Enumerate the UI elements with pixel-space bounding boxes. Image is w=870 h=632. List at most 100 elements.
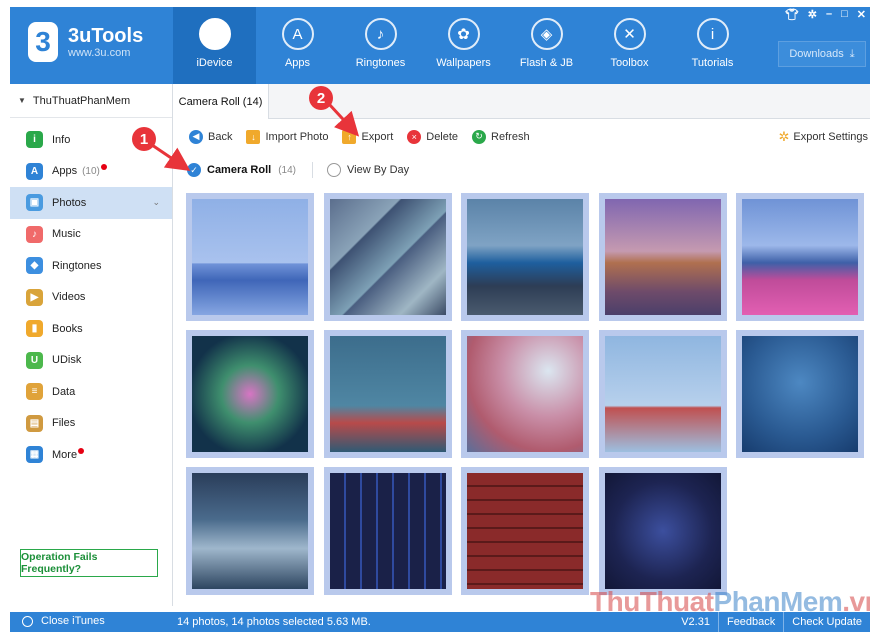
toolbar-label: Export — [361, 130, 394, 143]
photo-thumbnail-desert-rock[interactable] — [598, 193, 727, 321]
photo-image — [467, 336, 583, 452]
shirt-icon[interactable]: 👕︎ — [785, 8, 799, 21]
download-arrow-icon: ⤓ — [849, 47, 855, 60]
camera-roll-label: Camera Roll — [207, 164, 272, 176]
music-icon: ♪ — [26, 225, 43, 243]
apps-icon: A — [26, 162, 43, 180]
chevron-down-icon: ⌄ — [152, 197, 160, 208]
sidebar-item-music[interactable]: ♪ Music — [10, 219, 172, 251]
settings-gear-icon: ✲ — [778, 129, 790, 144]
nav-tutorials[interactable]: i Tutorials — [671, 7, 754, 84]
app-url: www.3u.com — [68, 47, 131, 59]
gear-icon[interactable]: ✲ — [808, 8, 817, 21]
sidebar-item-ringtones[interactable]: ◆ Ringtones — [10, 250, 172, 282]
sidebar-item-label: Music — [52, 228, 81, 241]
photo-thumbnail-mountain-lake[interactable] — [186, 193, 314, 321]
app-header: 3 3uTools www.3u.com iDevice A Apps ♪ Ringto… — [10, 7, 870, 84]
flower-icon: ✿ — [447, 18, 480, 50]
delete-icon: × — [407, 129, 422, 144]
check-update-button[interactable]: Check Update — [783, 612, 870, 632]
photo-image — [192, 473, 308, 589]
photo-thumbnail-brick-wall[interactable] — [461, 467, 589, 595]
photo-thumbnail-pacman-game[interactable] — [323, 467, 452, 595]
nav-apps[interactable]: A Apps — [256, 7, 339, 84]
version-label: V2.31 — [681, 616, 710, 628]
camera-roll-radio[interactable]: ✓ Camera Roll (14) — [187, 163, 296, 177]
sidebar-item-udisk[interactable]: U UDisk — [10, 345, 172, 377]
maximize-icon[interactable]: □ — [841, 8, 848, 21]
toolbar-label: Import Photo — [265, 130, 329, 143]
photo-thumbnail-pink-tree[interactable] — [461, 330, 589, 458]
export-settings-button[interactable]: ✲ Export Settings — [779, 129, 869, 145]
toolbar: ◀ Back ↓ Import Photo ↑ Export × Delete ↻ Refresh… — [173, 119, 870, 154]
sidebar-item-apps[interactable]: A Apps (10) — [10, 156, 172, 188]
sidebar-item-photos[interactable]: ▣ Photos ⌄ — [10, 187, 172, 219]
appstore-icon: A — [281, 18, 314, 50]
delete-button[interactable]: × Delete — [407, 129, 458, 144]
sidebar: ▼ ThuThuatPhanMem i Info A Apps (10) ▣ Photos ⌄… — [10, 84, 173, 606]
data-icon: ≡ — [26, 383, 43, 401]
feedback-button[interactable]: Feedback — [717, 612, 783, 632]
nav-toolbox[interactable]: ✕ Toolbox — [588, 7, 671, 84]
notification-dot — [78, 447, 85, 454]
nav-label: Flash & JB — [519, 57, 574, 69]
photo-image — [742, 199, 858, 315]
nav-flash-jb[interactable]: ◈ Flash & JB — [505, 7, 588, 84]
toolbar-label: Back — [208, 130, 233, 143]
tab-camera-roll[interactable]: Camera Roll (14) — [173, 84, 269, 119]
books-icon: ▮ — [26, 320, 43, 338]
view-by-day-radio[interactable]: View By Day — [327, 163, 409, 177]
info-icon: i — [26, 131, 43, 149]
photo-thumbnail-apps-circle[interactable] — [598, 467, 727, 595]
sidebar-item-books[interactable]: ▮ Books — [10, 313, 172, 345]
photo-thumbnail-mountain-flowers[interactable] — [736, 193, 864, 321]
toolbar-label: Refresh — [491, 130, 530, 143]
box-icon: ◈ — [530, 18, 563, 50]
photo-image — [604, 473, 721, 589]
downloads-button[interactable]: Downloads ⤓ — [778, 41, 866, 67]
photo-thumbnail-flowers-dark[interactable] — [186, 330, 314, 458]
device-selector[interactable]: ▼ ThuThuatPhanMem — [10, 84, 172, 118]
photo-thumbnail-red-house[interactable] — [323, 330, 452, 458]
back-button[interactable]: ◀ Back — [189, 129, 233, 144]
photo-thumbnail-blue-ocean[interactable] — [736, 330, 864, 458]
photo-thumbnail-golden-gate[interactable] — [598, 330, 727, 458]
sidebar-item-label: Data — [52, 385, 76, 398]
refresh-icon: ↻ — [472, 129, 487, 144]
more-icon: ▦ — [26, 446, 43, 464]
tab-bar: Camera Roll (14) — [173, 84, 870, 119]
sidebar-item-videos[interactable]: ▶ Videos — [10, 282, 172, 314]
photo-thumbnail-abstract-stripes[interactable] — [323, 193, 452, 321]
minimize-icon[interactable]: – — [826, 8, 832, 21]
nav-label: Tutorials — [691, 57, 734, 69]
nav-label: Wallpapers — [436, 57, 491, 69]
sidebar-item-files[interactable]: ▤ Files — [10, 408, 172, 440]
radio-empty-icon — [327, 163, 341, 177]
sidebar-item-label: Files — [52, 417, 76, 430]
sidebar-item-data[interactable]: ≡ Data — [10, 376, 172, 408]
nav-idevice[interactable]: iDevice — [173, 7, 256, 84]
photo-thumbnail-blue-car[interactable] — [461, 193, 589, 321]
photo-image — [604, 199, 721, 315]
import-photo-button[interactable]: ↓ Import Photo — [246, 129, 329, 144]
sidebar-item-label: Books — [52, 322, 83, 335]
operation-fails-button[interactable]: Operation Fails Frequently? — [20, 549, 158, 577]
photos-icon: ▣ — [26, 194, 43, 212]
photo-thumbnail-city-wave[interactable] — [186, 467, 314, 595]
bell-icon: ♪ — [364, 18, 397, 50]
photo-image — [192, 199, 308, 315]
downloads-label: Downloads — [789, 48, 844, 60]
photo-image — [604, 336, 721, 452]
nav-wallpapers[interactable]: ✿ Wallpapers — [422, 7, 505, 84]
back-icon: ◀ — [189, 129, 203, 144]
export-button[interactable]: ↑ Export — [342, 129, 394, 144]
close-itunes-button[interactable]: Close iTunes — [22, 615, 105, 627]
files-icon: ▤ — [26, 414, 43, 432]
close-icon[interactable]: ✕ — [857, 8, 866, 21]
annotation-marker-2: 2 — [309, 86, 333, 110]
refresh-button[interactable]: ↻ Refresh — [472, 129, 530, 144]
nav-ringtones[interactable]: ♪ Ringtones — [339, 7, 422, 84]
nav-label: Apps — [284, 57, 311, 69]
sidebar-item-more[interactable]: ▦ More — [10, 439, 172, 471]
photo-image — [742, 336, 858, 452]
